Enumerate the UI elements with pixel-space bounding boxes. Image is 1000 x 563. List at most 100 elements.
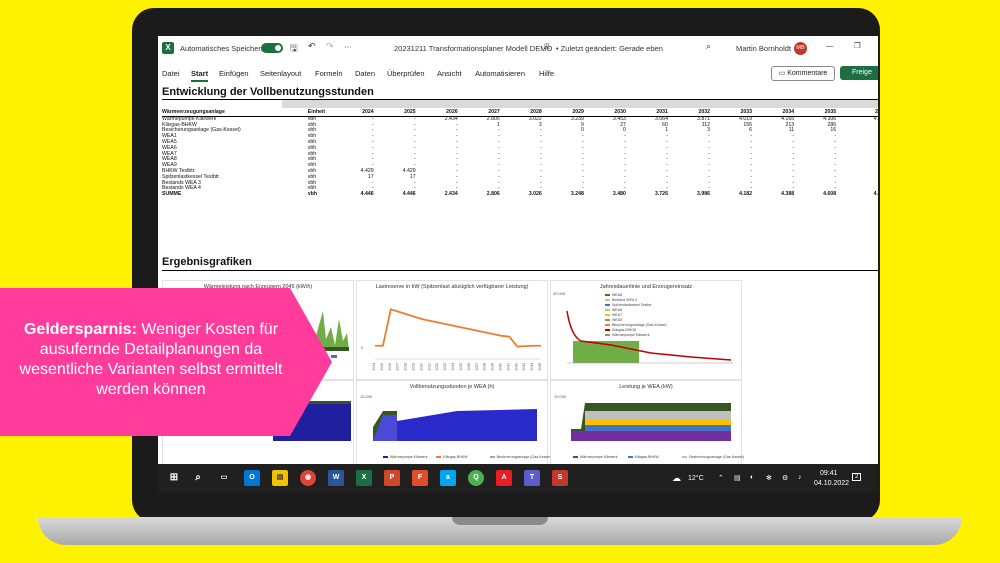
temperature[interactable]: 12°C xyxy=(688,475,704,482)
file-explorer-icon[interactable]: ▤ xyxy=(272,470,288,486)
callout-bold: Geldersparnis: xyxy=(23,321,137,338)
tray-icon[interactable]: ⚙ xyxy=(782,474,788,482)
legend-label: Klärgas-BHKW xyxy=(443,455,468,459)
more-icon[interactable]: ⋯ xyxy=(344,42,352,51)
chart-vollbenutzungsstunden[interactable]: Vollbenutzungsstunden je WEA (h) 10.000 … xyxy=(356,380,551,492)
tab-formeln[interactable]: Formeln xyxy=(315,69,343,78)
comments-button[interactable]: ▭ Kommentare xyxy=(771,66,835,81)
table-cell[interactable]: SUMME xyxy=(162,191,308,198)
chart-jahresdauerlinie[interactable]: Jahresdauerlinie und Erzeugereinsatz 40.… xyxy=(550,280,742,380)
x-tick-label: 2035 xyxy=(459,363,463,371)
tab-daten[interactable]: Daten xyxy=(355,69,375,78)
powerpoint-icon[interactable]: P xyxy=(384,470,400,486)
table-cell[interactable]: 4.608 xyxy=(794,191,836,198)
legend-item: Besicherungsanlage (Gas-Kessel) xyxy=(682,455,744,460)
tab-datei[interactable]: Datei xyxy=(162,69,180,78)
file-name[interactable]: 20231211 Transformationsplaner Modell DE… xyxy=(394,44,552,53)
table-cell[interactable]: 2.806 xyxy=(458,191,500,198)
legend-label: WEA5 xyxy=(612,318,623,322)
chrome-icon[interactable]: ◉ xyxy=(300,470,316,486)
table-cell[interactable]: 3.726 xyxy=(626,191,668,198)
legend-label: Klärgas-BHKW xyxy=(634,455,659,459)
area-series xyxy=(397,409,537,441)
chart-leistung-je-wea[interactable]: Leistung je WEA (kW) 10.000 Wärmepumpe K… xyxy=(550,380,744,477)
sum-row[interactable]: SUMME vbh 4.446 4.446 2.434 2.806 3.026 3.248 3.… xyxy=(162,191,878,198)
chart-c2-svg: 2024 2025 2026 2027 2028 2029 2030 2031 2032 2033… xyxy=(372,308,542,371)
x-tick-label: 2042 xyxy=(514,363,518,371)
undo-icon[interactable]: ↶ xyxy=(308,41,316,52)
table-cell[interactable]: 4.388 xyxy=(752,191,794,198)
acrobat-icon[interactable]: A xyxy=(496,470,512,486)
clock-time[interactable]: 09:41 xyxy=(820,470,838,477)
tab-automatisieren[interactable]: Automatisieren xyxy=(475,69,525,78)
table-cell[interactable]: 3.248 xyxy=(542,191,584,198)
tray-chevron-icon[interactable]: ⌃ xyxy=(718,474,724,482)
table-cell[interactable]: 4.182 xyxy=(710,191,752,198)
tab-einfuegen[interactable]: Einfügen xyxy=(219,69,249,78)
legend-swatch xyxy=(605,334,610,337)
series-line xyxy=(375,308,541,348)
teams-icon[interactable]: T xyxy=(524,470,540,486)
task-view-icon[interactable]: ▭ xyxy=(216,470,232,486)
tab-ansicht[interactable]: Ansicht xyxy=(437,69,462,78)
excel-icon[interactable]: X xyxy=(356,470,372,486)
weather-icon[interactable]: ☁ xyxy=(672,473,681,484)
search-icon[interactable]: ⌕ xyxy=(706,41,711,52)
saved-status[interactable]: • Zuletzt geändert: Gerade eben xyxy=(556,44,663,53)
notification-badge[interactable]: 2 xyxy=(852,473,862,481)
tab-seitenlayout[interactable]: Seitenlayout xyxy=(260,69,301,78)
tray-icon[interactable]: ▤ xyxy=(734,474,741,482)
minimize-icon[interactable]: — xyxy=(826,41,834,50)
excel-icon[interactable]: X xyxy=(162,42,174,54)
word-icon[interactable]: W xyxy=(328,470,344,486)
table-cell[interactable]: 2.434 xyxy=(416,191,458,198)
x-tick-label: 2028 xyxy=(404,363,408,371)
legend-swatch xyxy=(605,294,610,297)
share-button[interactable]: Freige xyxy=(840,66,878,80)
area-series xyxy=(585,419,731,425)
app-a-icon[interactable]: a xyxy=(440,470,456,486)
outlook-icon[interactable]: O xyxy=(244,470,260,486)
volume-icon[interactable]: ♪ xyxy=(798,474,802,481)
section-title-charts: Ergebnisgrafiken xyxy=(162,256,252,268)
callout-text: Geldersparnis: Weniger Kosten für ausufe… xyxy=(8,320,294,400)
legend-item: Besicherungsanlage (Gas-Kessel) xyxy=(489,455,551,460)
x-tick-label: 2039 xyxy=(491,363,495,371)
search-icon[interactable]: ⌕ xyxy=(190,470,206,486)
gray-band xyxy=(282,100,878,108)
tray-icon[interactable]: ◐ xyxy=(750,474,754,481)
app-icon[interactable]: S xyxy=(552,470,568,486)
avatar[interactable]: MB xyxy=(794,42,807,55)
legend-label: Wärmepumpe Klärwerk xyxy=(612,333,650,337)
qlik-icon[interactable]: Q xyxy=(468,470,484,486)
share-status-icon: ℛ xyxy=(544,42,550,51)
table-cell[interactable]: 4.446 xyxy=(332,191,374,198)
table-cell[interactable]: 4.446 xyxy=(374,191,416,198)
autosave-toggle[interactable] xyxy=(261,43,283,53)
legend-item: Wärmepumpe Klärwerk xyxy=(383,455,436,460)
tab-hilfe[interactable]: Hilfe xyxy=(539,69,554,78)
maximize-icon[interactable]: ❐ xyxy=(854,41,861,50)
table-cell[interactable]: 3.480 xyxy=(584,191,626,198)
table-cell[interactable]: vbh xyxy=(308,191,332,198)
taskbar: ⊞ ⌕ ▭ O ▤ ◉ W X P F a Q A T S ☁ 12°C ⌃ ▤… xyxy=(158,464,878,492)
save-icon[interactable]: 🖫 xyxy=(290,41,298,57)
tab-start[interactable]: Start xyxy=(191,69,209,82)
table-cell[interactable]: 4. xyxy=(836,191,878,198)
tab-ueberpruefen[interactable]: Überprüfen xyxy=(387,69,425,78)
app-icon[interactable]: F xyxy=(412,470,428,486)
windows-start-icon[interactable]: ⊞ xyxy=(166,470,182,486)
user-name: Martin Bornholdt xyxy=(736,44,792,53)
legend-label: Besicherungsanlage (Gas-Kessel) xyxy=(612,323,667,327)
chart-lastreserve[interactable]: Lastreserve in kW (Spitzenlast abzüglich… xyxy=(356,280,548,380)
tray-icon[interactable]: ✻ xyxy=(766,474,772,482)
legend-item: Wärmepumpe Klärwerk xyxy=(605,333,667,338)
clock-date[interactable]: 04.10.2022 xyxy=(814,480,849,487)
legend-item: Wärmepumpe Klärwerk xyxy=(573,455,628,460)
redo-icon[interactable]: ↷ xyxy=(326,41,334,52)
x-tick-label: 2040 xyxy=(498,363,502,371)
table-cell[interactable]: 3.986 xyxy=(668,191,710,198)
table-cell[interactable]: 3.026 xyxy=(500,191,542,198)
vbh-table[interactable]: Wärmeerzeugungsanlage Einheit 2024 2025 2026… xyxy=(162,109,878,198)
x-tick-label: 2026 xyxy=(388,363,392,371)
